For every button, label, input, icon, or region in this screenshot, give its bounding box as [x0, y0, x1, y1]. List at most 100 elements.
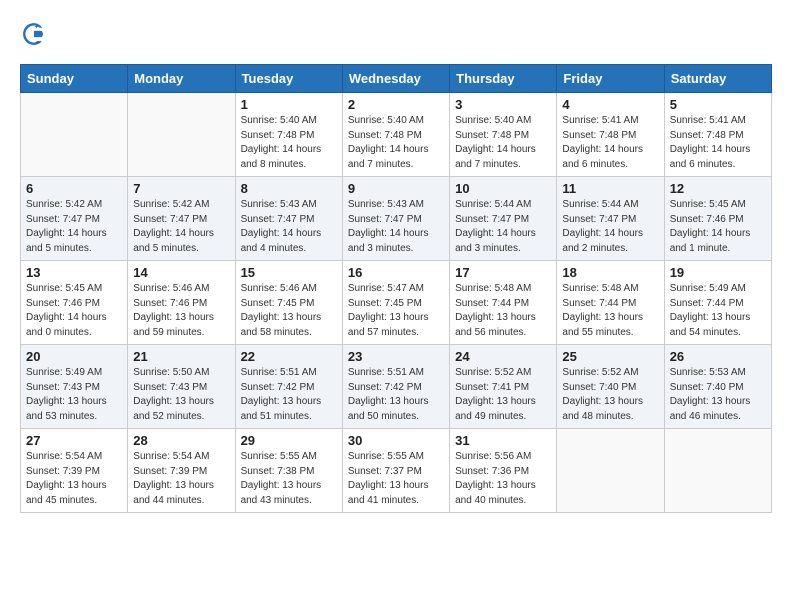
day-detail: Sunrise: 5:40 AM Sunset: 7:48 PM Dayligh… [241, 114, 337, 172]
day-detail: Sunrise: 5:44 AM Sunset: 7:47 PM Dayligh… [455, 198, 551, 256]
calendar-week-row: 6Sunrise: 5:42 AM Sunset: 7:47 PM Daylig… [21, 177, 772, 261]
day-number: 10 [455, 181, 551, 196]
weekday-header: Thursday [450, 65, 557, 93]
day-number: 28 [133, 433, 229, 448]
calendar-day-cell: 11Sunrise: 5:44 AM Sunset: 7:47 PM Dayli… [557, 177, 664, 261]
calendar-day-cell [128, 93, 235, 177]
day-detail: Sunrise: 5:48 AM Sunset: 7:44 PM Dayligh… [562, 282, 658, 340]
day-number: 3 [455, 97, 551, 112]
calendar-day-cell: 7 Sunrise: 5:42 AM Sunset: 7:47 PM Daylig… [128, 177, 235, 261]
day-detail: Sunrise: 5:45 AM Sunset: 7:46 PM Dayligh… [26, 282, 122, 340]
day-detail: Sunrise: 5:56 AM Sunset: 7:36 PM Dayligh… [455, 450, 551, 508]
day-number: 25 [562, 349, 658, 364]
calendar-day-cell: 14 Sunrise: 5:46 AM Sunset: 7:46 PM Dayli… [128, 261, 235, 345]
weekday-header: Saturday [664, 65, 771, 93]
day-detail: Sunrise: 5:42 AM Sunset: 7:47 PM Dayligh… [133, 198, 229, 256]
calendar-day-cell: 25 Sunrise: 5:52 AM Sunset: 7:40 PM Dayli… [557, 345, 664, 429]
day-number: 18 [562, 265, 658, 280]
day-number: 11 [562, 181, 658, 196]
day-number: 21 [133, 349, 229, 364]
day-detail: Sunrise: 5:51 AM Sunset: 7:42 PM Dayligh… [348, 366, 444, 424]
calendar-day-cell [664, 429, 771, 513]
calendar-day-cell [21, 93, 128, 177]
calendar-day-cell: 22 Sunrise: 5:51 AM Sunset: 7:42 PM Dayli… [235, 345, 342, 429]
day-number: 22 [241, 349, 337, 364]
day-detail: Sunrise: 5:41 AM Sunset: 7:48 PM Dayligh… [670, 114, 766, 172]
calendar-day-cell: 2 Sunrise: 5:40 AM Sunset: 7:48 PM Daylig… [342, 93, 449, 177]
day-detail: Sunrise: 5:40 AM Sunset: 7:48 PM Dayligh… [348, 114, 444, 172]
day-detail: Sunrise: 5:53 AM Sunset: 7:40 PM Dayligh… [670, 366, 766, 424]
weekday-header: Monday [128, 65, 235, 93]
day-number: 12 [670, 181, 766, 196]
day-number: 26 [670, 349, 766, 364]
day-number: 13 [26, 265, 122, 280]
day-number: 17 [455, 265, 551, 280]
day-number: 27 [26, 433, 122, 448]
logo [20, 20, 52, 48]
day-detail: Sunrise: 5:49 AM Sunset: 7:44 PM Dayligh… [670, 282, 766, 340]
calendar-day-cell: 4 Sunrise: 5:41 AM Sunset: 7:48 PM Daylig… [557, 93, 664, 177]
page-header [20, 20, 772, 48]
calendar-day-cell [557, 429, 664, 513]
weekday-header: Sunday [21, 65, 128, 93]
calendar-day-cell: 13 Sunrise: 5:45 AM Sunset: 7:46 PM Dayli… [21, 261, 128, 345]
calendar-day-cell: 17 Sunrise: 5:48 AM Sunset: 7:44 PM Dayli… [450, 261, 557, 345]
day-detail: Sunrise: 5:55 AM Sunset: 7:38 PM Dayligh… [241, 450, 337, 508]
day-detail: Sunrise: 5:54 AM Sunset: 7:39 PM Dayligh… [26, 450, 122, 508]
day-detail: Sunrise: 5:45 AM Sunset: 7:46 PM Dayligh… [670, 198, 766, 256]
calendar-day-cell: 29 Sunrise: 5:55 AM Sunset: 7:38 PM Dayli… [235, 429, 342, 513]
calendar-week-row: 20 Sunrise: 5:49 AM Sunset: 7:43 PM Dayli… [21, 345, 772, 429]
weekday-header: Friday [557, 65, 664, 93]
day-detail: Sunrise: 5:48 AM Sunset: 7:44 PM Dayligh… [455, 282, 551, 340]
day-detail: Sunrise: 5:43 AM Sunset: 7:47 PM Dayligh… [241, 198, 337, 256]
logo-icon [20, 20, 48, 48]
calendar-day-cell: 26 Sunrise: 5:53 AM Sunset: 7:40 PM Dayli… [664, 345, 771, 429]
calendar-day-cell: 15 Sunrise: 5:46 AM Sunset: 7:45 PM Dayli… [235, 261, 342, 345]
day-number: 19 [670, 265, 766, 280]
day-detail: Sunrise: 5:54 AM Sunset: 7:39 PM Dayligh… [133, 450, 229, 508]
day-detail: Sunrise: 5:50 AM Sunset: 7:43 PM Dayligh… [133, 366, 229, 424]
day-number: 7 [133, 181, 229, 196]
day-number: 2 [348, 97, 444, 112]
calendar-day-cell: 30Sunrise: 5:55 AM Sunset: 7:37 PM Dayli… [342, 429, 449, 513]
day-detail: Sunrise: 5:52 AM Sunset: 7:41 PM Dayligh… [455, 366, 551, 424]
weekday-header: Tuesday [235, 65, 342, 93]
day-number: 14 [133, 265, 229, 280]
calendar-day-cell: 1 Sunrise: 5:40 AM Sunset: 7:48 PM Daylig… [235, 93, 342, 177]
day-number: 29 [241, 433, 337, 448]
day-detail: Sunrise: 5:43 AM Sunset: 7:47 PM Dayligh… [348, 198, 444, 256]
calendar-day-cell: 8 Sunrise: 5:43 AM Sunset: 7:47 PM Daylig… [235, 177, 342, 261]
day-detail: Sunrise: 5:52 AM Sunset: 7:40 PM Dayligh… [562, 366, 658, 424]
day-detail: Sunrise: 5:46 AM Sunset: 7:46 PM Dayligh… [133, 282, 229, 340]
day-detail: Sunrise: 5:49 AM Sunset: 7:43 PM Dayligh… [26, 366, 122, 424]
day-number: 31 [455, 433, 551, 448]
calendar-day-cell: 10 Sunrise: 5:44 AM Sunset: 7:47 PM Dayli… [450, 177, 557, 261]
day-number: 9 [348, 181, 444, 196]
calendar-week-row: 13 Sunrise: 5:45 AM Sunset: 7:46 PM Dayli… [21, 261, 772, 345]
day-number: 1 [241, 97, 337, 112]
calendar-day-cell: 3 Sunrise: 5:40 AM Sunset: 7:48 PM Daylig… [450, 93, 557, 177]
day-detail: Sunrise: 5:51 AM Sunset: 7:42 PM Dayligh… [241, 366, 337, 424]
day-number: 23 [348, 349, 444, 364]
calendar-day-cell: 16 Sunrise: 5:47 AM Sunset: 7:45 PM Dayli… [342, 261, 449, 345]
calendar-table: SundayMondayTuesdayWednesdayThursdayFrid… [20, 64, 772, 513]
calendar-day-cell: 12 Sunrise: 5:45 AM Sunset: 7:46 PM Dayli… [664, 177, 771, 261]
day-number: 16 [348, 265, 444, 280]
day-detail: Sunrise: 5:41 AM Sunset: 7:48 PM Dayligh… [562, 114, 658, 172]
day-detail: Sunrise: 5:40 AM Sunset: 7:48 PM Dayligh… [455, 114, 551, 172]
calendar-day-cell: 27 Sunrise: 5:54 AM Sunset: 7:39 PM Dayli… [21, 429, 128, 513]
calendar-week-row: 1 Sunrise: 5:40 AM Sunset: 7:48 PM Daylig… [21, 93, 772, 177]
day-number: 15 [241, 265, 337, 280]
calendar-day-cell: 23 Sunrise: 5:51 AM Sunset: 7:42 PM Dayli… [342, 345, 449, 429]
day-number: 24 [455, 349, 551, 364]
day-number: 4 [562, 97, 658, 112]
calendar-day-cell: 20 Sunrise: 5:49 AM Sunset: 7:43 PM Dayli… [21, 345, 128, 429]
day-number: 8 [241, 181, 337, 196]
weekday-header: Wednesday [342, 65, 449, 93]
day-detail: Sunrise: 5:46 AM Sunset: 7:45 PM Dayligh… [241, 282, 337, 340]
day-number: 20 [26, 349, 122, 364]
day-detail: Sunrise: 5:47 AM Sunset: 7:45 PM Dayligh… [348, 282, 444, 340]
calendar-day-cell: 28 Sunrise: 5:54 AM Sunset: 7:39 PM Dayli… [128, 429, 235, 513]
calendar-day-cell: 21 Sunrise: 5:50 AM Sunset: 7:43 PM Dayli… [128, 345, 235, 429]
day-number: 5 [670, 97, 766, 112]
